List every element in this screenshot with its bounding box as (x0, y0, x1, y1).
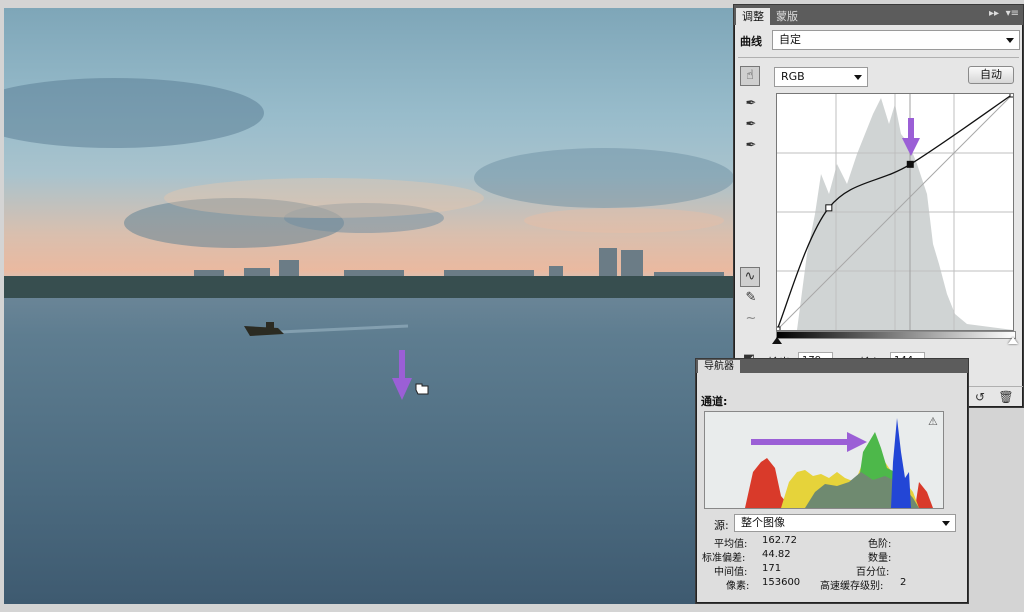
histogram-graph (704, 411, 944, 509)
percentile-label: 百分位: (856, 567, 890, 578)
count-label: 数量: (868, 553, 892, 564)
mean-label: 平均值: (714, 539, 748, 550)
channel-select[interactable]: RGB (774, 67, 868, 87)
white-eyedropper-icon[interactable]: ✒ (742, 137, 760, 155)
channel-label: 通道: (701, 395, 728, 408)
pencil-icon[interactable]: ✎ (742, 289, 760, 307)
source-value: 整个图像 (741, 516, 785, 529)
white-point-slider[interactable] (1008, 337, 1018, 344)
adjustments-panel: 调整 蒙版 ▸▸ ▾≡ 曲线 自定 ☝ RGB 自动 ✒ ✒ ✒ ∿ ✎ ~ ↺… (733, 4, 1024, 408)
curve-control-point[interactable] (1009, 93, 1014, 98)
cloud (524, 208, 724, 233)
chevron-down-icon (1006, 38, 1014, 43)
preset-select[interactable]: 自定 (772, 30, 1020, 50)
source-select[interactable]: 整个图像 (734, 514, 956, 532)
pixels-value: 153600 (762, 577, 801, 588)
black-point-slider[interactable] (772, 337, 782, 344)
shoreline (4, 276, 736, 298)
tab-navigator[interactable]: 导航器 (698, 360, 740, 373)
collapse-icon[interactable]: ▸▸ (989, 8, 999, 19)
levels-label: 色阶: (868, 539, 892, 550)
auto-button[interactable]: 自动 (968, 66, 1014, 84)
cache-label: 高速缓存级别: (820, 581, 884, 592)
gradient-bar (776, 331, 1016, 339)
photo-canvas[interactable] (4, 8, 736, 604)
preset-value: 自定 (779, 33, 801, 46)
trash-icon[interactable]: 🗑 (998, 390, 1014, 404)
cache-value: 2 (900, 577, 907, 588)
curve-control-point[interactable] (825, 204, 833, 212)
black-eyedropper-icon[interactable]: ✒ (742, 95, 760, 113)
pixels-label: 像素: (726, 581, 750, 592)
chevron-down-icon (854, 75, 862, 80)
tab-adjustments[interactable]: 调整 (736, 8, 770, 25)
curve-control-point[interactable] (906, 160, 914, 168)
reset-icon[interactable]: ↺ (972, 390, 988, 404)
annotation-arrow-icon (392, 350, 412, 400)
source-label: 源: (714, 519, 729, 532)
cloud (4, 78, 264, 148)
histogram-blue (891, 418, 911, 508)
cloud (474, 148, 734, 208)
smooth-icon[interactable]: ~ (742, 310, 760, 328)
targeted-adjustment-cursor-icon (415, 383, 429, 395)
curves-graph[interactable] (776, 93, 1014, 331)
mean-value: 162.72 (762, 535, 797, 546)
curves-title: 曲线 (740, 35, 762, 48)
median-value: 171 (762, 563, 782, 574)
adjustments-tabbar: 调整 蒙版 ▸▸ ▾≡ (734, 5, 1023, 25)
histogram-arrow-icon (751, 432, 867, 452)
tab-masks[interactable]: 蒙版 (770, 8, 804, 25)
warning-icon[interactable]: ⚠ (928, 415, 938, 428)
cloud (164, 178, 484, 218)
divider (738, 57, 1019, 58)
targeted-adjustment-tool-icon[interactable]: ☝ (740, 66, 760, 86)
histogram-tabbar: 导航器 (696, 359, 968, 373)
gray-eyedropper-icon[interactable]: ✒ (742, 116, 760, 134)
histogram-panel: 导航器 通道: ⚠ 源: 整个图像 平均值: 162.72 标准偏差: 44.8… (695, 358, 969, 604)
std-value: 44.82 (762, 549, 791, 560)
std-label: 标准偏差: (702, 553, 746, 564)
panel-menu-icon[interactable]: ▾≡ (1006, 8, 1019, 19)
channel-value: RGB (781, 70, 805, 83)
curve-edit-icon[interactable]: ∿ (740, 267, 760, 287)
chevron-down-icon (942, 521, 950, 526)
boat (244, 322, 409, 336)
median-label: 中间值: (714, 567, 748, 578)
